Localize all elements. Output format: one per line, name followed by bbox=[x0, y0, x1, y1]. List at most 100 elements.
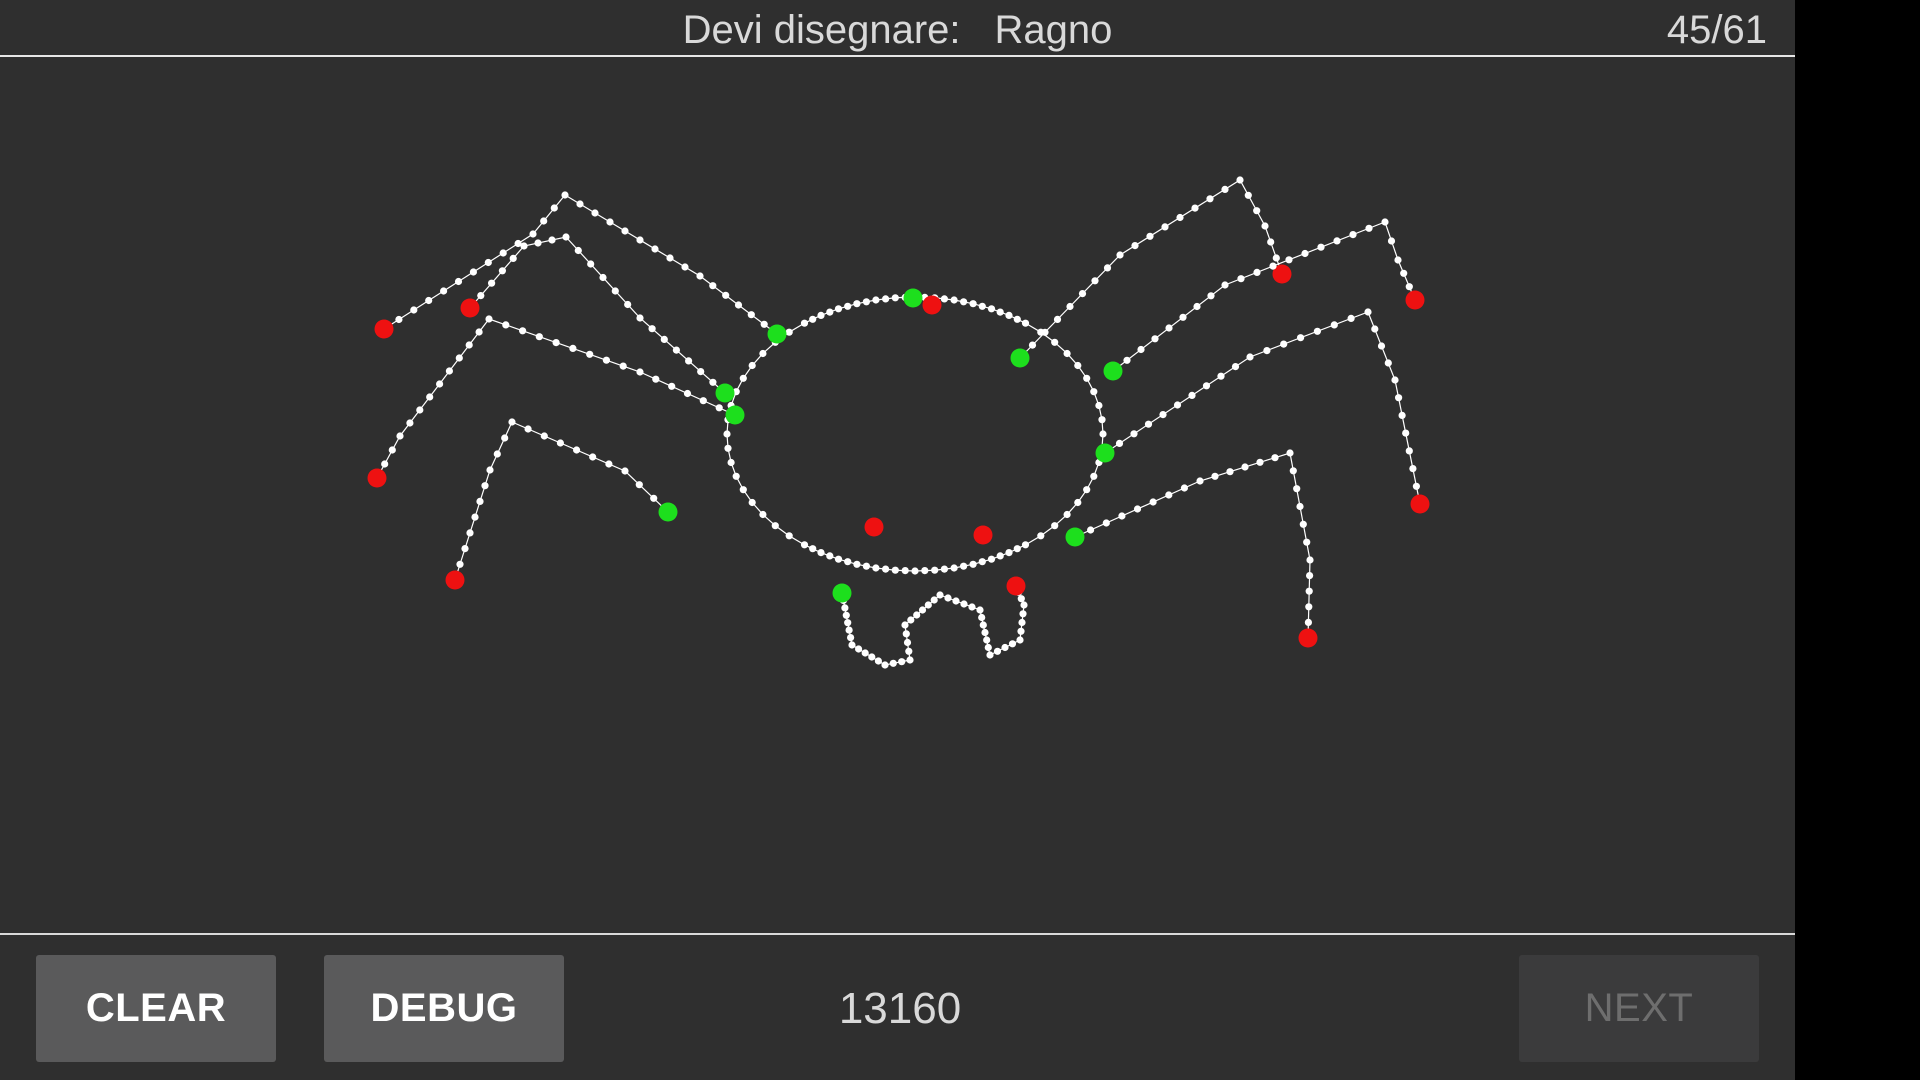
right-leg-3-point bbox=[1115, 439, 1124, 447]
spider-mouth-point bbox=[847, 634, 855, 642]
right-leg-2-point bbox=[1193, 302, 1201, 311]
right-leg-3-point bbox=[1130, 430, 1138, 438]
spider-mouth-point bbox=[907, 616, 915, 624]
spider-body-point bbox=[844, 302, 852, 310]
left-leg-3-point bbox=[652, 375, 660, 383]
left-leg-2-point bbox=[548, 236, 556, 244]
spider-mouth-point bbox=[874, 657, 883, 665]
right-leg-4-point bbox=[1226, 468, 1234, 476]
right-leg-3-point bbox=[1217, 372, 1225, 380]
left-leg-1-point bbox=[550, 204, 558, 212]
next-button[interactable]: NEXT bbox=[1519, 955, 1759, 1062]
right-leg-2-point bbox=[1394, 256, 1402, 264]
right-leg-1-point bbox=[1161, 223, 1169, 231]
drawing-prompt: Devi disegnare: Ragno bbox=[0, 6, 1795, 54]
right-leg-1-point bbox=[1116, 251, 1124, 259]
right-leg-3-point bbox=[1347, 314, 1355, 322]
left-leg-1-point bbox=[722, 291, 730, 299]
debug-button[interactable]: DEBUG bbox=[324, 955, 564, 1062]
spider-mouth-point bbox=[993, 647, 1002, 655]
spider-mouth-point bbox=[986, 651, 994, 659]
spider-body-point bbox=[872, 296, 880, 304]
left-leg-3-point bbox=[715, 404, 723, 412]
spider-body-point bbox=[826, 552, 834, 560]
left-leg-2-point bbox=[587, 260, 595, 268]
left-leg-3-end-marker bbox=[367, 468, 387, 488]
right-leg-2-point bbox=[1365, 224, 1373, 232]
left-leg-1-start-marker bbox=[767, 324, 787, 344]
spider-body-point bbox=[809, 315, 817, 323]
left-leg-2-point bbox=[498, 267, 506, 275]
left-leg-4-point bbox=[540, 432, 548, 440]
spider-body-point bbox=[800, 319, 809, 327]
left-leg-2-start-marker bbox=[715, 383, 735, 403]
left-leg-1-point bbox=[621, 227, 629, 235]
spider-body-point bbox=[882, 295, 890, 303]
spider-mouth-end-marker bbox=[1006, 576, 1026, 596]
spider-mouth-point bbox=[1008, 640, 1017, 648]
left-leg-1-point bbox=[540, 217, 548, 225]
spider-mouth-point bbox=[868, 653, 876, 661]
spider-mouth-point bbox=[952, 597, 960, 605]
spider-body-point bbox=[1063, 510, 1071, 519]
left-leg-2-end-marker bbox=[460, 298, 480, 318]
right-leg-3-point bbox=[1188, 391, 1196, 399]
drawing-canvas[interactable] bbox=[0, 57, 1795, 933]
spider-body-point bbox=[950, 296, 958, 304]
left-leg-2-point bbox=[574, 246, 582, 255]
left-leg-4-point bbox=[621, 467, 629, 475]
left-leg-3-point bbox=[396, 432, 404, 440]
right-leg-1-point bbox=[1028, 341, 1037, 349]
spider-body-point bbox=[969, 300, 977, 308]
right-leg-4-point bbox=[1087, 526, 1095, 534]
left-leg-3-point bbox=[416, 406, 424, 414]
right-leg-1-point bbox=[1131, 242, 1139, 250]
left-leg-3-point bbox=[699, 397, 707, 405]
right-leg-4-point bbox=[1271, 454, 1279, 462]
left-leg-4-point bbox=[461, 545, 469, 553]
right-leg-3-start-marker bbox=[1095, 443, 1115, 463]
spider-mouth-point bbox=[930, 596, 938, 604]
spider-body-point bbox=[978, 302, 986, 310]
right-leg-1-point bbox=[1053, 315, 1062, 323]
spider-body-point bbox=[800, 541, 809, 549]
spider-body-point bbox=[759, 510, 767, 519]
spider-body-point bbox=[882, 565, 890, 573]
left-leg-1-point bbox=[454, 277, 463, 286]
left-leg-3-point bbox=[485, 315, 493, 323]
spider-mouth-point bbox=[1016, 636, 1024, 644]
right-leg-2-point bbox=[1301, 249, 1309, 258]
right-leg-3-point bbox=[1246, 353, 1254, 361]
left-leg-1-end-marker bbox=[374, 319, 394, 339]
clear-button[interactable]: CLEAR bbox=[36, 955, 276, 1062]
spider-body-point bbox=[739, 486, 747, 494]
spider-body-point bbox=[826, 308, 834, 316]
left-leg-1-point bbox=[696, 272, 704, 280]
spider-mouth-point bbox=[845, 626, 853, 634]
spider-mouth-point bbox=[841, 604, 849, 612]
right-leg-3-point bbox=[1402, 429, 1410, 437]
spider-body-point bbox=[1099, 430, 1107, 438]
right-leg-3-point bbox=[1202, 382, 1211, 390]
left-leg-4-point bbox=[605, 460, 613, 468]
left-leg-2-point bbox=[599, 273, 607, 282]
right-leg-4-point bbox=[1149, 498, 1157, 506]
left-leg-1-point bbox=[440, 287, 448, 295]
spider-mouth-point bbox=[898, 658, 906, 666]
spider-body-point bbox=[1074, 498, 1082, 507]
right-leg-4-point bbox=[1306, 556, 1314, 564]
left-leg-1-point bbox=[651, 245, 659, 253]
right-leg-2-start-marker bbox=[1103, 361, 1123, 381]
right-leg-4-point bbox=[1133, 505, 1142, 513]
spider-body-point bbox=[1083, 486, 1091, 494]
right-leg-4-point bbox=[1102, 519, 1110, 527]
right-leg-3-point bbox=[1280, 340, 1288, 348]
spider-mouth-point bbox=[902, 630, 910, 638]
right-leg-4-point bbox=[1299, 520, 1307, 528]
right-leg-4-point bbox=[1304, 618, 1312, 627]
left-leg-3-point bbox=[502, 321, 510, 329]
spider-body-point bbox=[996, 552, 1004, 560]
right-leg-4-point bbox=[1306, 572, 1314, 580]
spider-mouth-point bbox=[976, 606, 984, 614]
spider-body-point bbox=[960, 298, 968, 306]
